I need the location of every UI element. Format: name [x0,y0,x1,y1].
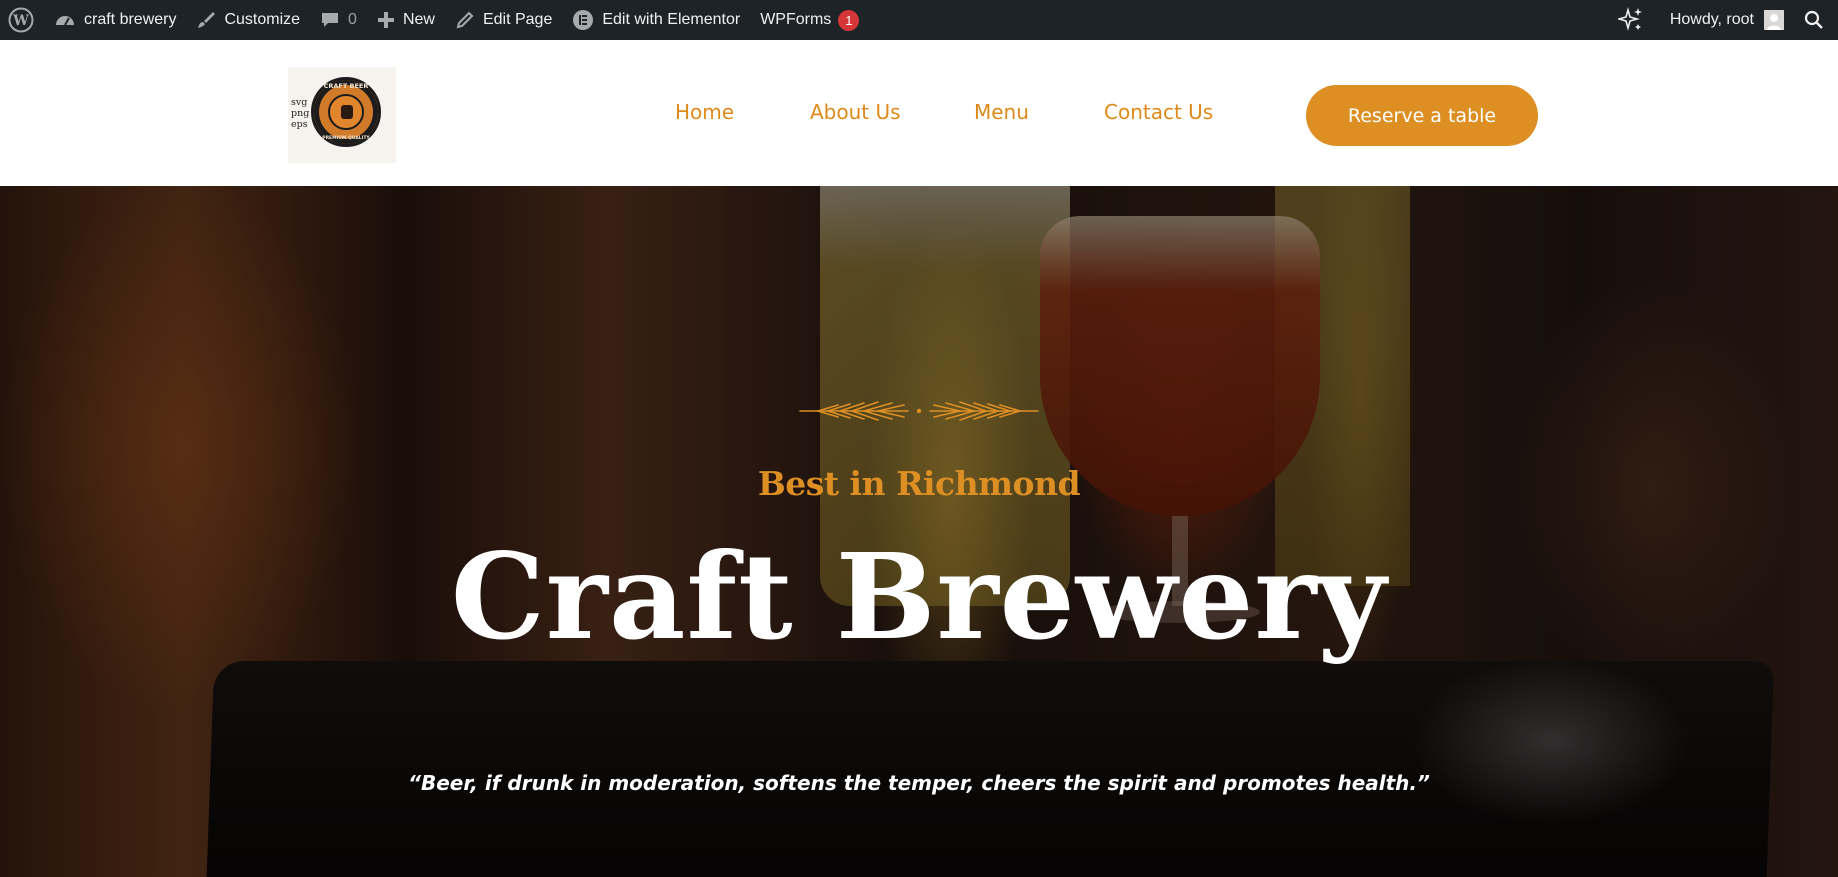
site-header: svg png eps CRAFT BEER PREMIUM QUALITY H… [0,40,1838,186]
pencil-icon [455,10,475,30]
wordpress-logo-button[interactable]: W [0,0,44,40]
new-label: New [402,11,435,28]
comments-link[interactable]: 0 [310,0,367,40]
badge-top-text: CRAFT BEER [323,82,369,90]
hero-tagline: Best in Richmond [757,464,1081,503]
badge-bottom-text: PREMIUM QUALITY [322,136,370,141]
customize-label: Customize [224,11,301,28]
avatar [1764,10,1784,30]
logo-type-eps: eps [291,119,308,130]
admin-bar-right: Howdy, root [1602,0,1838,40]
elementor-icon [572,9,594,31]
comments-count: 0 [348,11,357,28]
wpforms-menu[interactable]: WPForms 1 [750,0,869,40]
logo-type-png: png [291,108,310,119]
edit-page-link[interactable]: Edit Page [445,0,562,40]
site-logo[interactable]: svg png eps CRAFT BEER PREMIUM QUALITY [288,67,396,163]
logo-file-types: svg png eps [291,97,309,130]
hero-quote: “Beer, if drunk in moderation, softens t… [408,771,1430,795]
nav-contact-us[interactable]: Contact Us [1104,100,1213,124]
edit-elementor-label: Edit with Elementor [602,11,741,28]
hero-title: Craft Brewery [450,527,1388,666]
wordpress-icon: W [8,7,34,33]
ai-assistant-button[interactable] [1602,0,1660,40]
reserve-table-button[interactable]: Reserve a table [1306,85,1538,146]
customize-link[interactable]: Customize [186,0,310,40]
wp-admin-bar: W craft brewery Customize 0 New Edit Pag… [0,0,1838,40]
nav-about-us[interactable]: About Us [810,100,901,124]
edit-with-elementor-link[interactable]: Edit with Elementor [562,0,750,40]
wpforms-notification-badge: 1 [838,9,860,31]
dashboard-gauge-icon [54,10,76,30]
edit-page-label: Edit Page [482,11,553,28]
logo-type-svg: svg [291,97,308,108]
search-icon [1804,10,1823,29]
hero-section: Best in Richmond Craft Brewery “Beer, if… [0,186,1838,877]
sparkle-icon [1617,7,1642,31]
wpforms-label: WPForms [760,11,832,28]
nav-menu[interactable]: Menu [974,100,1029,124]
comment-bubble-icon [320,10,340,30]
plus-icon [377,11,395,29]
new-content-menu[interactable]: New [367,0,445,40]
svg-text:W: W [12,13,29,29]
user-account-menu[interactable]: Howdy, root [1660,0,1794,40]
site-name-menu[interactable]: craft brewery [44,0,186,40]
paintbrush-icon [196,10,216,30]
howdy-label: Howdy, root [1669,11,1754,28]
craft-beer-badge-icon: CRAFT BEER PREMIUM QUALITY [311,77,381,147]
admin-search-button[interactable] [1794,0,1838,40]
site-name-label: craft brewery [84,11,177,28]
nav-home[interactable]: Home [675,100,734,124]
barrel-icon [341,105,353,119]
admin-bar-left: W craft brewery Customize 0 New Edit Pag… [0,0,869,40]
wheat-divider-icon [799,401,1039,421]
